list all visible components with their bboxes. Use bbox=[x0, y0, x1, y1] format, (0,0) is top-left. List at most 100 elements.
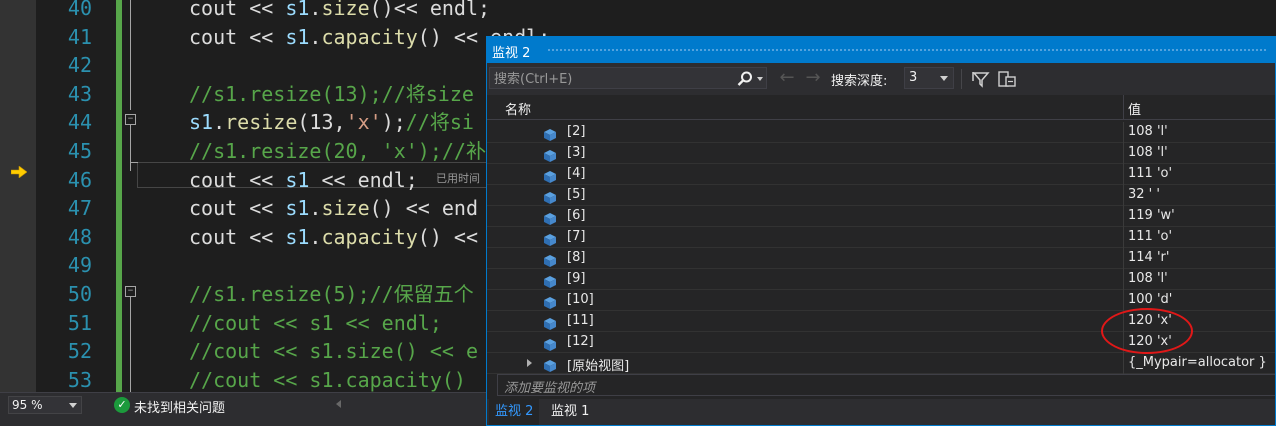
expand-arrow-icon[interactable] bbox=[527, 359, 532, 367]
code-text[interactable]: s1.resize(13,'x');//将si bbox=[189, 108, 474, 136]
hex-display-icon[interactable] bbox=[997, 69, 1017, 89]
watch-title-bar[interactable]: 监视 2 bbox=[487, 37, 1275, 63]
cell-divider bbox=[1123, 269, 1124, 290]
tab-watch-1[interactable]: 监视 1 bbox=[545, 399, 595, 425]
code-text[interactable]: //cout << s1.capacity() bbox=[189, 366, 478, 394]
code-token: size bbox=[321, 0, 370, 20]
code-token: capacity bbox=[321, 24, 418, 49]
code-text[interactable]: cout << s1.size()<< endl; bbox=[189, 0, 490, 22]
chevron-down-icon[interactable] bbox=[757, 77, 763, 81]
code-token: . bbox=[309, 24, 322, 49]
toolbar-separator bbox=[961, 69, 962, 89]
code-token: ()<< endl; bbox=[369, 0, 491, 20]
zoom-dropdown[interactable]: 95 % bbox=[8, 396, 82, 414]
line-number: 44 bbox=[67, 110, 92, 135]
code-token: resize bbox=[225, 110, 298, 135]
cell-divider bbox=[1123, 290, 1124, 311]
code-text[interactable]: cout << s1.size() << end bbox=[189, 194, 478, 222]
table-row[interactable]: [8] 114 'r' bbox=[487, 248, 1275, 269]
table-row[interactable]: [7] 111 'o' bbox=[487, 227, 1275, 248]
code-token: capacity bbox=[321, 224, 418, 249]
code-text[interactable]: //s1.resize(13);//将size bbox=[189, 80, 474, 108]
code-token: s1 bbox=[189, 110, 214, 135]
table-row[interactable]: [5] 32 ' ' bbox=[487, 185, 1275, 206]
code-token: //s1.resize(5);//保留五个 bbox=[189, 282, 474, 306]
column-name-header[interactable]: 名称 bbox=[505, 99, 531, 118]
code-token: s1 bbox=[285, 196, 310, 221]
fold-toggle-icon[interactable]: − bbox=[125, 286, 136, 297]
column-resize-handle[interactable] bbox=[1123, 95, 1124, 119]
table-row[interactable]: [2] 108 'l' bbox=[487, 122, 1275, 143]
field-cube-icon bbox=[543, 231, 557, 246]
search-input[interactable] bbox=[490, 68, 726, 90]
watch-toolbar: ← → 搜索深度: 3 bbox=[487, 63, 1275, 95]
field-cube-icon bbox=[543, 168, 557, 183]
row-value[interactable]: 114 'r' bbox=[1128, 250, 1169, 265]
table-row[interactable]: [原始视图] {_Mypair=allocator } bbox=[487, 353, 1275, 374]
row-value[interactable]: 32 ' ' bbox=[1128, 187, 1160, 202]
search-depth-select[interactable]: 3 bbox=[904, 67, 954, 89]
code-text[interactable]: //cout << s1.size() << e bbox=[189, 337, 478, 365]
zoom-value: 95 % bbox=[12, 398, 43, 412]
table-row[interactable]: [3] 108 'l' bbox=[487, 143, 1275, 164]
code-token: s1 bbox=[285, 224, 310, 249]
field-cube-icon bbox=[543, 147, 557, 162]
code-text[interactable]: //cout << s1 << endl; bbox=[189, 309, 442, 337]
add-watch-row[interactable]: 添加要监视的项 bbox=[497, 374, 1275, 396]
code-token: () << bbox=[417, 224, 479, 249]
table-row[interactable]: [9] 108 'l' bbox=[487, 269, 1275, 290]
code-token: () << end bbox=[369, 196, 479, 221]
code-token: s1 bbox=[285, 0, 310, 20]
row-name: [5] bbox=[567, 187, 586, 202]
line-number: 52 bbox=[67, 339, 92, 364]
row-value[interactable]: {_Mypair=allocator } bbox=[1128, 355, 1267, 370]
row-value[interactable]: 111 'o' bbox=[1128, 166, 1172, 181]
fold-toggle-icon[interactable]: − bbox=[125, 114, 136, 125]
code-token: cout << bbox=[189, 167, 286, 192]
forward-arrow-icon[interactable]: → bbox=[803, 67, 823, 89]
code-text[interactable]: //s1.resize(5);//保留五个 bbox=[189, 280, 474, 308]
code-token: cout << bbox=[189, 196, 286, 221]
code-token: cout << bbox=[189, 24, 286, 49]
row-value[interactable]: 111 'o' bbox=[1128, 229, 1172, 244]
line-number: 41 bbox=[67, 24, 92, 49]
drag-grip[interactable] bbox=[547, 48, 1267, 52]
issues-status[interactable]: 未找到相关问题 bbox=[134, 397, 225, 416]
watch-title: 监视 2 bbox=[492, 46, 531, 61]
row-name: [11] bbox=[567, 313, 594, 328]
code-text[interactable]: cout << s1 << endl; bbox=[189, 166, 418, 194]
code-token: //cout << s1 << endl; bbox=[189, 310, 442, 335]
outline-guide bbox=[130, 0, 131, 110]
column-header: 名称 值 bbox=[487, 95, 1275, 120]
row-value[interactable]: 108 'l' bbox=[1128, 124, 1168, 139]
row-value[interactable]: 108 'l' bbox=[1128, 271, 1168, 286]
pin-filter-icon[interactable] bbox=[971, 69, 991, 89]
row-value[interactable]: 108 'l' bbox=[1128, 145, 1168, 160]
line-number: 50 bbox=[67, 282, 92, 306]
code-text[interactable]: //s1.resize(20, 'x');//补 bbox=[189, 137, 486, 165]
row-name: [3] bbox=[567, 145, 586, 160]
field-cube-icon bbox=[543, 357, 557, 372]
scroll-left-icon[interactable] bbox=[336, 400, 341, 408]
row-name: [8] bbox=[567, 250, 586, 265]
back-arrow-icon[interactable]: ← bbox=[777, 67, 797, 89]
row-value[interactable]: 100 'd' bbox=[1128, 292, 1172, 307]
code-token: //s1.resize(20, 'x');//补 bbox=[189, 139, 486, 163]
watch-tab-strip: 监视 2 监视 1 bbox=[487, 399, 1275, 425]
code-token: ); bbox=[381, 110, 406, 135]
search-icon[interactable] bbox=[736, 70, 754, 88]
table-row[interactable]: [6] 119 'w' bbox=[487, 206, 1275, 227]
line-number: 51 bbox=[67, 310, 92, 335]
tab-watch-2[interactable]: 监视 2 bbox=[489, 399, 540, 425]
column-value-header[interactable]: 值 bbox=[1128, 99, 1141, 118]
row-value[interactable]: 119 'w' bbox=[1128, 208, 1175, 223]
table-row[interactable]: [4] 111 'o' bbox=[487, 164, 1275, 185]
row-name: [2] bbox=[567, 124, 586, 139]
cell-divider bbox=[1123, 248, 1124, 269]
line-number: 40 bbox=[67, 0, 92, 20]
elapsed-time-hint[interactable]: 已用时间 bbox=[436, 170, 480, 186]
outline-guide-end bbox=[130, 162, 138, 163]
field-cube-icon bbox=[543, 252, 557, 267]
code-token: . bbox=[309, 196, 322, 221]
code-text[interactable]: cout << s1.capacity() << bbox=[189, 223, 478, 251]
